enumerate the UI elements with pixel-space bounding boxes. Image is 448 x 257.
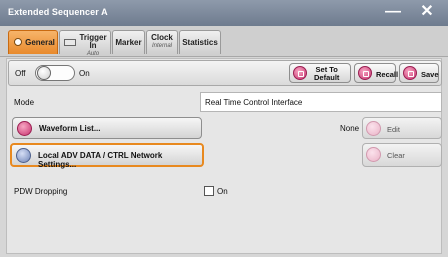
network-settings-button[interactable]: Local ADV DATA / CTRL Network Settings..… [10, 143, 204, 169]
clear-button[interactable]: Clear [362, 143, 442, 167]
toggle-knob [37, 66, 51, 80]
tab-clock[interactable]: Clock Internal [146, 30, 178, 54]
tab-clock-text: Clock Internal [147, 34, 177, 50]
tab-clock-sub: Internal [151, 43, 172, 49]
radio-icon [14, 38, 22, 46]
recall-button[interactable]: Recall [354, 63, 399, 83]
tab-clock-label: Clock [151, 33, 173, 42]
clear-label: Clear [387, 151, 405, 160]
state-toolbar: Off On Set To Default Recall Save [8, 60, 442, 86]
waveform-list-label: Waveform List... [39, 124, 101, 133]
close-button[interactable]: ✕ [412, 3, 442, 23]
tab-statistics[interactable]: Statistics [179, 30, 221, 54]
tab-general-label: General [25, 38, 55, 47]
set-to-default-button[interactable]: Set To Default [289, 63, 351, 83]
network-icon [16, 148, 31, 163]
save-button[interactable]: Save [399, 63, 439, 83]
clear-icon [366, 147, 381, 162]
network-settings-label: Local ADV DATA / CTRL Network Settings..… [38, 151, 163, 169]
window-title: Extended Sequencer A [8, 7, 108, 17]
mode-select[interactable]: Real Time Control Interface [200, 92, 442, 112]
off-label: Off [15, 69, 26, 78]
set-default-text: Set To Default [314, 66, 339, 82]
minimize-button[interactable]: — [378, 3, 408, 23]
pdw-dropping-label: PDW Dropping [14, 187, 68, 196]
save-icon [403, 66, 417, 80]
recall-icon [358, 66, 372, 80]
set-default-icon [293, 66, 307, 80]
tab-trigger-in-sub: Auto [86, 51, 100, 57]
waveform-icon [17, 121, 32, 136]
edit-button[interactable]: Edit [362, 117, 442, 139]
edit-icon [366, 121, 381, 136]
tab-trigger-in[interactable]: Trigger In Auto [59, 30, 111, 57]
set-default-line2: Default [314, 73, 340, 82]
pdw-on-label: On [217, 187, 228, 196]
edit-label: Edit [387, 125, 400, 134]
tab-marker-label: Marker [115, 38, 142, 47]
tab-trigger-in-text: Trigger In Auto [76, 34, 110, 58]
pdw-dropping-checkbox[interactable] [204, 186, 214, 196]
title-bar: Extended Sequencer A — ✕ [0, 0, 448, 26]
tab-statistics-label: Statistics [182, 38, 218, 47]
extended-sequencer-window: Extended Sequencer A — ✕ General Trigger… [0, 0, 448, 257]
tab-trigger-in-label: Trigger In [79, 33, 107, 50]
save-label: Save [421, 70, 439, 79]
waveform-list-button[interactable]: Waveform List... [12, 117, 202, 139]
trigger-icon [64, 39, 76, 46]
tab-general[interactable]: General [8, 30, 58, 54]
none-label: None [340, 124, 360, 133]
recall-label: Recall [376, 70, 399, 79]
mode-label: Mode [14, 98, 35, 107]
state-toggle[interactable] [35, 65, 75, 81]
on-label: On [79, 69, 90, 78]
tab-bar: General Trigger In Auto Marker Clock Int… [0, 26, 448, 57]
tab-marker[interactable]: Marker [112, 30, 145, 54]
